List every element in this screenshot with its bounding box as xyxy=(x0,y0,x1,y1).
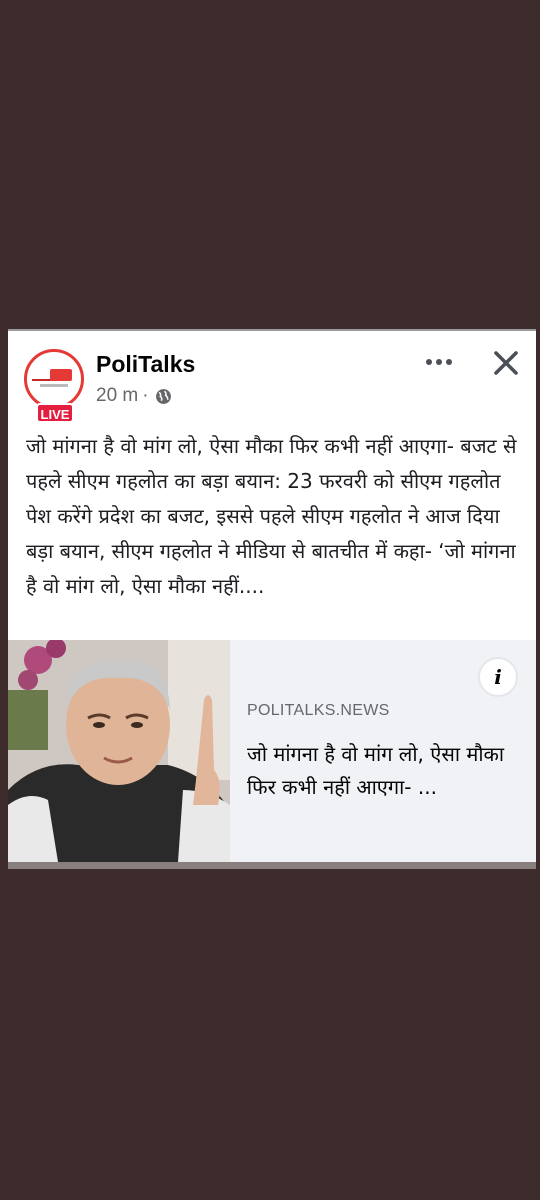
post-time[interactable]: 20 m xyxy=(96,385,138,407)
post-text: जो मांगना है वो मांग लो, ऐसा मौका फिर कभ… xyxy=(26,434,517,598)
page-avatar[interactable] xyxy=(24,349,84,409)
preview-image[interactable] xyxy=(8,640,230,862)
post-meta: 20 m · xyxy=(96,385,172,407)
person-photo xyxy=(8,640,230,862)
page-name[interactable]: PoliTalks xyxy=(96,351,195,378)
politalks-logo xyxy=(32,367,76,391)
post-card: LIVE PoliTalks 20 m · जो मांगना है वो मा… xyxy=(8,331,536,869)
post-header: LIVE PoliTalks 20 m · xyxy=(8,331,536,431)
card-bottom-bar xyxy=(8,862,536,869)
link-preview[interactable]: i POLITALKS.NEWS जो मांगना है वो मांग लो… xyxy=(8,640,536,862)
link-headline[interactable]: जो मांगना है वो मांग लो, ऐसा मौका फिर कभ… xyxy=(247,738,527,804)
globe-icon xyxy=(155,388,171,404)
link-domain: POLITALKS.NEWS xyxy=(247,702,390,719)
live-badge: LIVE xyxy=(36,403,74,423)
preview-text-area[interactable]: i POLITALKS.NEWS जो मांगना है वो मांग लो… xyxy=(230,640,536,862)
meta-separator: · xyxy=(142,385,149,406)
more-options-icon[interactable] xyxy=(422,351,456,373)
info-icon[interactable]: i xyxy=(478,657,518,697)
close-icon[interactable] xyxy=(492,349,520,377)
